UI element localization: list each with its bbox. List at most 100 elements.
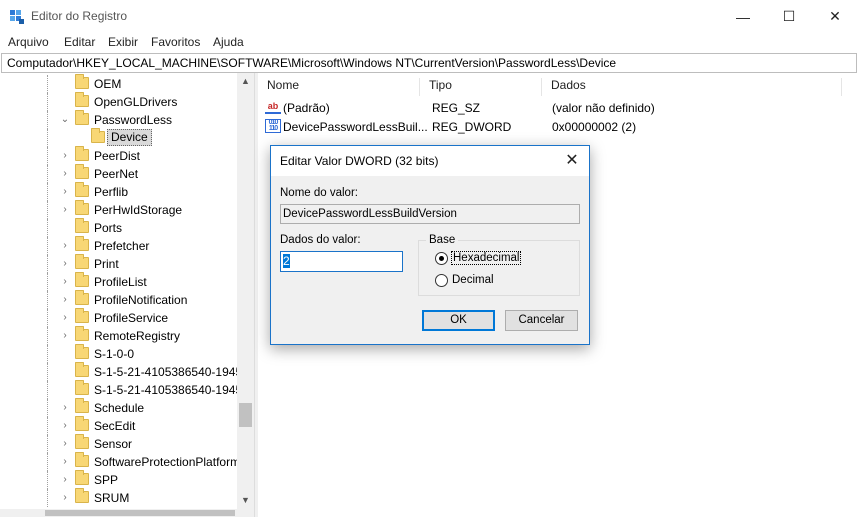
tree-item[interactable]: S-1-5-21-4105386540-19455 (0, 380, 249, 399)
tree-item[interactable]: › PeerNet (0, 164, 237, 183)
tree-item[interactable]: › Perflib (0, 182, 237, 201)
chevron-right-icon[interactable]: › (60, 240, 70, 251)
string-value-icon: ab (265, 100, 281, 114)
close-button[interactable]: ✕ (812, 0, 858, 33)
value-name-field: DevicePasswordLessBuildVersion (280, 204, 580, 224)
maximize-button[interactable]: ☐ (766, 0, 812, 33)
tree-item-label: ProfileService (94, 311, 169, 325)
column-header-data[interactable]: Dados (542, 78, 842, 96)
tree-guide-line (47, 183, 48, 201)
tree-item[interactable]: › ProfileService (0, 308, 237, 327)
tree-item[interactable]: › ProfileList (0, 272, 237, 291)
chevron-right-icon[interactable]: › (60, 276, 70, 287)
tree-horizontal-scrollbar[interactable] (0, 509, 254, 517)
chevron-right-icon[interactable]: › (60, 456, 70, 467)
scroll-thumb[interactable] (239, 403, 252, 427)
registry-editor-icon (10, 10, 24, 24)
tree-item-label: S-1-0-0 (94, 347, 135, 361)
tree-item[interactable]: Device (0, 128, 237, 147)
chevron-right-icon[interactable]: › (60, 150, 70, 161)
tree-item[interactable]: OpenGLDrivers (0, 92, 237, 111)
tree-item[interactable]: Ports (0, 218, 237, 237)
menu-favoritos[interactable]: Favoritos (151, 35, 200, 49)
folder-icon (75, 398, 89, 413)
radio-hexadecimal[interactable] (435, 252, 448, 265)
tree-vertical-scrollbar[interactable]: ▲ ▼ (237, 73, 254, 509)
tree-item[interactable]: › PerHwIdStorage (0, 200, 237, 219)
chevron-right-icon[interactable]: › (60, 474, 70, 485)
menu-arquivo[interactable]: Arquivo (8, 35, 49, 49)
chevron-right-icon[interactable]: › (60, 402, 70, 413)
tree-item[interactable]: › SoftwareProtectionPlatform (0, 452, 240, 471)
minimize-button[interactable]: — (720, 0, 766, 33)
tree-guide-line (47, 327, 48, 345)
chevron-down-icon[interactable]: ⌄ (60, 114, 70, 125)
tree-item[interactable]: OEM (0, 74, 237, 93)
scroll-down-arrow-icon[interactable]: ▼ (237, 492, 254, 509)
folder-icon (75, 254, 89, 269)
tree-item[interactable]: › Schedule (0, 398, 237, 417)
chevron-right-icon[interactable]: › (60, 258, 70, 269)
value-name: (Padrão) (283, 101, 330, 115)
list-row[interactable]: ab (Padrão) REG_SZ (valor não definido) (258, 99, 858, 118)
tree-item[interactable]: S-1-0-0 (0, 344, 237, 363)
tree-item[interactable]: › Print (0, 254, 237, 273)
tree-guide-line (47, 489, 48, 507)
chevron-right-icon[interactable]: › (60, 438, 70, 449)
tree-item-label: SecEdit (94, 419, 136, 433)
chevron-right-icon[interactable]: › (60, 168, 70, 179)
tree-guide-line (47, 381, 48, 399)
tree-item-label: Perflib (94, 185, 129, 199)
tree-item-label: Sensor (94, 437, 133, 451)
menu-bar: Arquivo Editar Exibir Favoritos Ajuda (0, 33, 858, 52)
column-header-type[interactable]: Tipo (420, 78, 542, 96)
dialog-close-icon[interactable]: ✕ (559, 149, 585, 173)
radio-decimal-label[interactable]: Decimal (452, 274, 494, 286)
folder-icon (75, 74, 89, 89)
tree-item-label: OEM (94, 77, 122, 91)
column-header-name[interactable]: Nome (258, 78, 420, 96)
chevron-right-icon[interactable]: › (60, 186, 70, 197)
tree-item[interactable]: › SRUM (0, 488, 237, 507)
tree-item-label: ProfileNotification (94, 293, 188, 307)
tree-item[interactable]: › SPP (0, 470, 237, 489)
hscroll-thumb[interactable] (45, 510, 235, 516)
folder-icon (75, 218, 89, 233)
tree-item[interactable]: › PeerDist (0, 146, 237, 165)
tree-item[interactable]: S-1-5-21-4105386540-19455 (0, 362, 249, 381)
value-type: REG_SZ (432, 101, 481, 115)
base-group (418, 240, 580, 296)
menu-editar[interactable]: Editar (64, 35, 95, 49)
tree-item[interactable]: ⌄ PasswordLess (0, 110, 237, 129)
value-data-input[interactable]: 2 (280, 251, 403, 272)
menu-exibir[interactable]: Exibir (108, 35, 138, 49)
list-row[interactable]: 010 110 DevicePasswordLessBuil... REG_DW… (258, 118, 858, 137)
tree-item[interactable]: › Sensor (0, 434, 237, 453)
tree-guide-line (47, 435, 48, 453)
tree-guide-line (47, 111, 48, 129)
tree-item[interactable]: › Prefetcher (0, 236, 237, 255)
chevron-right-icon[interactable]: › (60, 420, 70, 431)
tree-guide-line (47, 93, 48, 111)
radio-decimal[interactable] (435, 274, 448, 287)
cancel-button[interactable]: Cancelar (505, 310, 578, 331)
ok-button[interactable]: OK (422, 310, 495, 331)
tree-item[interactable]: › RemoteRegistry (0, 326, 237, 345)
tree-item-label: Device (107, 129, 152, 146)
menu-ajuda[interactable]: Ajuda (213, 35, 244, 49)
scroll-up-arrow-icon[interactable]: ▲ (237, 73, 254, 90)
value-data-text: 2 (283, 254, 290, 268)
tree-item[interactable]: › SecEdit (0, 416, 237, 435)
chevron-right-icon[interactable]: › (60, 330, 70, 341)
tree-item-label: SPP (94, 473, 119, 487)
tree-item[interactable]: › ProfileNotification (0, 290, 237, 309)
address-path: Computador\HKEY_LOCAL_MACHINE\SOFTWARE\M… (7, 56, 617, 70)
chevron-right-icon[interactable]: › (60, 312, 70, 323)
address-bar[interactable]: Computador\HKEY_LOCAL_MACHINE\SOFTWARE\M… (1, 53, 857, 73)
folder-icon (75, 434, 89, 449)
chevron-right-icon[interactable]: › (60, 492, 70, 503)
chevron-right-icon[interactable]: › (60, 294, 70, 305)
key-tree: OEM OpenGLDrivers ⌄ PasswordLess Device › Peer… (0, 73, 254, 517)
chevron-right-icon[interactable]: › (60, 204, 70, 215)
radio-hexadecimal-label[interactable]: Hexadecimal (451, 251, 522, 265)
